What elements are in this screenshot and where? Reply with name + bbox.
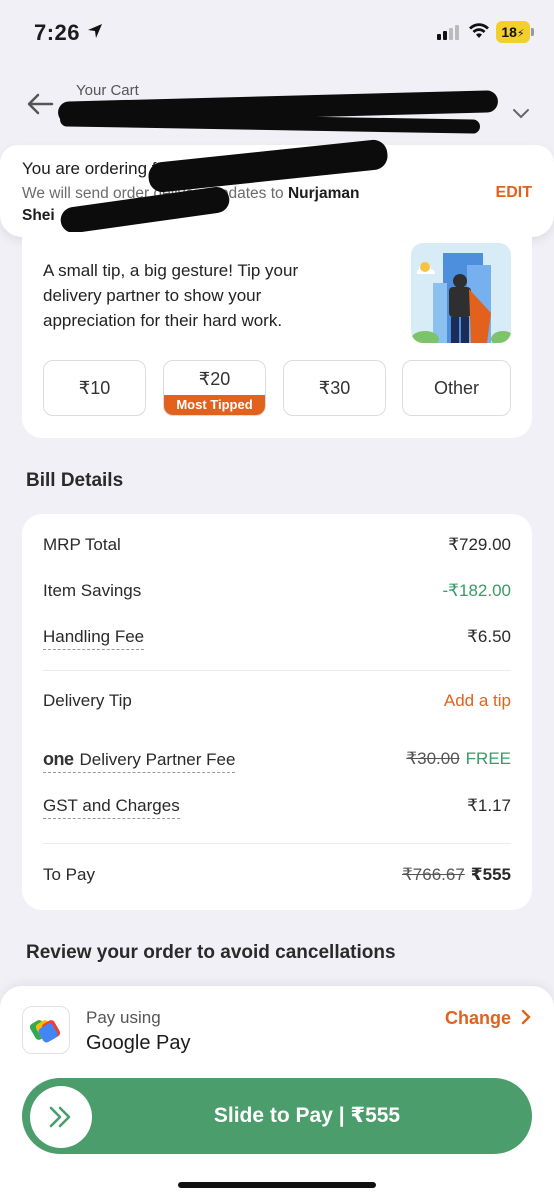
bill-value: -₹182.00 [442, 581, 511, 600]
redaction-scribble [59, 112, 481, 134]
divider [43, 670, 511, 671]
bill-label-with-logo: one Delivery Partner Fee [43, 749, 236, 773]
bill-label: Item Savings [43, 581, 142, 600]
google-pay-icon [30, 1020, 61, 1043]
bill-row-to-pay: To Pay ₹766.67 ₹555 [43, 865, 511, 891]
bill-label: Delivery Tip [43, 691, 132, 710]
change-label: Change [444, 1008, 511, 1028]
home-indicator [178, 1182, 376, 1188]
one-membership-logo: one [43, 749, 74, 769]
delivery-partner-illustration [411, 243, 511, 343]
cart-subtitle: Your Cart [76, 82, 139, 99]
recipient-name-line2: Shei [22, 207, 55, 224]
bill-value-group: ₹30.00 FREE [406, 749, 511, 769]
recipient-name: Nurjaman [287, 185, 360, 202]
bill-label: Delivery Partner Fee [79, 750, 236, 769]
charging-bolt-icon: ⚡ [516, 28, 525, 40]
tip-option-label: ₹10 [78, 377, 111, 398]
tip-option-label: ₹20 [198, 368, 231, 389]
bill-value: ₹1.17 [467, 796, 511, 815]
change-payment-button[interactable]: Change [445, 1008, 532, 1029]
add-tip-link[interactable]: Add a tip [444, 691, 511, 711]
pay-using-label: Pay using [86, 1008, 161, 1027]
bill-value: ₹555 [470, 865, 511, 884]
bill-label: GST and Charges [43, 796, 180, 819]
tip-option-label: Other [433, 377, 480, 398]
edit-button[interactable]: EDIT [496, 184, 532, 202]
back-arrow-icon[interactable] [26, 92, 54, 116]
location-arrow-icon [88, 24, 102, 38]
status-bar: 7:26 18⚡ [0, 0, 554, 66]
tip-option-10[interactable]: ₹10 [43, 360, 146, 416]
delivery-tip-card: A small tip, a big gesture! Tip your del… [22, 232, 532, 438]
cellular-signal-icon [437, 25, 459, 40]
divider [43, 843, 511, 844]
bill-value: ₹6.50 [467, 627, 511, 646]
ordering-for-card: You are ordering f We will send order de… [0, 138, 554, 237]
wifi-icon [469, 23, 489, 38]
double-chevron-right-icon [49, 1106, 71, 1128]
slide-knob[interactable] [30, 1086, 92, 1148]
bill-row-item-savings: Item Savings -₹182.00 [43, 581, 511, 607]
bill-details-heading: Bill Details [26, 470, 124, 491]
slide-to-pay-button[interactable]: Slide to Pay | ₹555 [22, 1078, 532, 1154]
bill-row-mrp-total: MRP Total ₹729.00 [43, 535, 511, 561]
tip-option-label: ₹30 [318, 377, 351, 398]
cart-header: Your Cart [0, 66, 554, 152]
payment-sheet: Pay using Google Pay Change Slide to Pay… [0, 986, 554, 1200]
bill-label: MRP Total [43, 535, 121, 554]
bill-details-card: MRP Total ₹729.00 Item Savings -₹182.00 … [22, 514, 532, 910]
bill-label: Handling Fee [43, 627, 145, 650]
bill-row-delivery-partner-fee[interactable]: one Delivery Partner Fee ₹30.00 FREE [43, 749, 511, 775]
bill-value-group: ₹766.67 ₹555 [402, 865, 511, 885]
battery-cap [531, 28, 534, 36]
ordering-for-title: You are ordering f [22, 159, 157, 178]
bill-row-delivery-tip: Delivery Tip Add a tip [43, 691, 511, 717]
tip-message: A small tip, a big gesture! Tip your del… [43, 261, 299, 330]
chevron-right-icon [521, 1009, 531, 1025]
slide-to-pay-label: Slide to Pay | ₹555 [213, 1104, 401, 1127]
tip-option-20[interactable]: ₹20 Most Tipped [163, 360, 266, 416]
battery-level: 18 [501, 24, 517, 40]
original-total: ₹766.67 [401, 865, 465, 884]
chevron-down-icon[interactable] [510, 106, 532, 120]
tip-options: ₹10 ₹20 Most Tipped ₹30 Other [43, 360, 511, 416]
bill-row-handling-fee[interactable]: Handling Fee ₹6.50 [43, 627, 511, 653]
google-pay-logo-box [22, 1006, 70, 1054]
payment-method: Google Pay [86, 1032, 191, 1054]
bill-label: To Pay [43, 865, 95, 884]
review-order-heading: Review your order to avoid cancellations [26, 942, 396, 963]
status-time: 7:26 [34, 20, 81, 45]
bill-row-gst[interactable]: GST and Charges ₹1.17 [43, 796, 511, 822]
original-fee: ₹30.00 [406, 749, 460, 768]
tip-option-30[interactable]: ₹30 [283, 360, 386, 416]
bill-value: FREE [465, 749, 511, 768]
battery-indicator: 18⚡ [496, 21, 530, 43]
bill-value: ₹729.00 [448, 535, 511, 554]
tip-option-other[interactable]: Other [402, 360, 511, 416]
most-tipped-badge: Most Tipped [164, 395, 265, 415]
